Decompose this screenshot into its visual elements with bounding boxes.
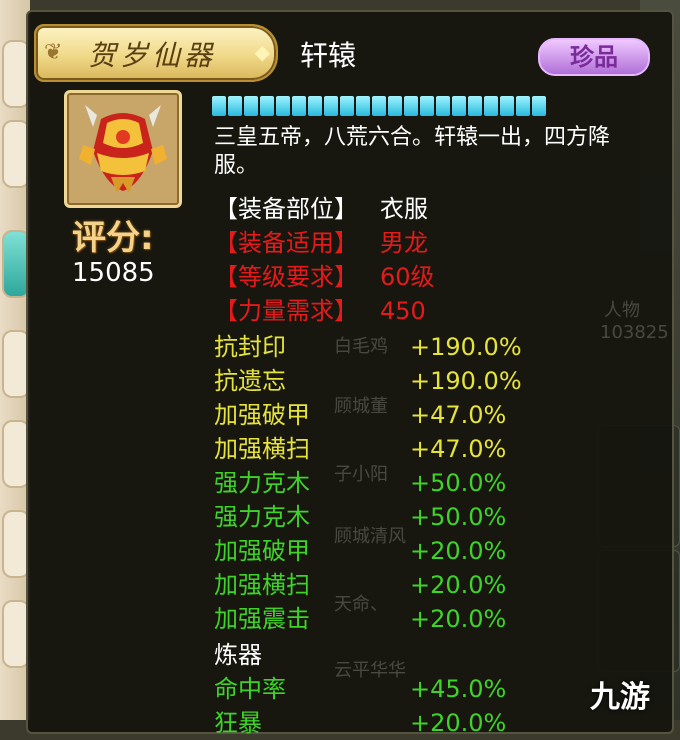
durability-segment xyxy=(484,96,498,116)
stat-row: 加强破甲 +20.0% xyxy=(214,534,506,568)
stat-row: 加强震击 +20.0% xyxy=(214,602,506,636)
stat-label: 抗遗忘 xyxy=(214,367,286,395)
req-value: 60级 xyxy=(380,263,435,291)
req-value: 450 xyxy=(380,297,426,325)
event-banner: ❦ 贺岁仙器 ◆ xyxy=(34,24,278,82)
durability-segment xyxy=(468,96,482,116)
stat-label: 加强破甲 xyxy=(214,537,310,565)
stat-label: 强力克木 xyxy=(214,469,310,497)
req-value: 衣服 xyxy=(380,195,428,223)
req-label: 【装备部位】 xyxy=(214,195,358,223)
durability-segment xyxy=(436,96,450,116)
durability-bar xyxy=(212,96,546,116)
stat-label: 强力克木 xyxy=(214,503,310,531)
rarity-badge: 珍品 xyxy=(538,38,650,76)
durability-segment xyxy=(452,96,466,116)
durability-segment xyxy=(356,96,370,116)
stat-value: +190.0% xyxy=(410,367,522,395)
background-player-name: 顾城董 xyxy=(334,396,388,417)
stat-value: +50.0% xyxy=(410,503,507,531)
stat-value: +47.0% xyxy=(410,401,507,429)
durability-segment xyxy=(420,96,434,116)
stat-value: +190.0% xyxy=(410,333,522,361)
stat-label: 加强横扫 xyxy=(214,435,310,463)
durability-segment xyxy=(340,96,354,116)
score-value: 15085 xyxy=(72,258,155,288)
background-player-name: 白毛鸡 xyxy=(334,336,388,357)
stat-row: 抗遗忘 +190.0% xyxy=(214,364,522,398)
durability-segment xyxy=(292,96,306,116)
stat-value: +50.0% xyxy=(410,469,507,497)
score-label: 评分: xyxy=(72,218,154,258)
req-strength: 【力量需求】 450 xyxy=(214,294,426,328)
req-label: 【力量需求】 xyxy=(214,297,358,325)
stat-row: 强力克木 +50.0% xyxy=(214,466,506,500)
stat-value: +20.0% xyxy=(410,537,507,565)
req-slot: 【装备部位】 衣服 xyxy=(214,192,428,226)
durability-segment xyxy=(404,96,418,116)
durability-segment xyxy=(516,96,530,116)
durability-segment xyxy=(212,96,226,116)
item-name: 轩辕 xyxy=(300,39,357,72)
background-player-label: 人物 xyxy=(604,300,640,321)
diamond-ornament-icon: ◆ xyxy=(254,40,270,64)
stat-label: 狂暴 xyxy=(214,709,262,737)
stat-value: +20.0% xyxy=(410,709,507,737)
stat-label: 加强破甲 xyxy=(214,401,310,429)
refine-stat-row: 狂暴 +20.0% xyxy=(214,706,506,740)
stat-value: +45.0% xyxy=(410,675,507,703)
req-label: 【装备适用】 xyxy=(214,229,358,257)
durability-segment xyxy=(532,96,546,116)
durability-segment xyxy=(308,96,322,116)
stat-value: +20.0% xyxy=(410,571,507,599)
stat-row: 加强横扫 +47.0% xyxy=(214,432,506,466)
durability-segment xyxy=(244,96,258,116)
durability-segment xyxy=(500,96,514,116)
stat-label: 命中率 xyxy=(214,675,286,703)
item-description: 三皇五帝，八荒六合。轩辕一出，四方降服。 xyxy=(214,125,611,178)
durability-segment xyxy=(324,96,338,116)
req-level: 【等级要求】 60级 xyxy=(214,260,435,294)
stat-value: +20.0% xyxy=(410,605,507,633)
durability-segment xyxy=(228,96,242,116)
watermark-logo: 九游 xyxy=(590,680,650,715)
background-player-value: 103825 xyxy=(600,322,669,343)
durability-segment xyxy=(372,96,386,116)
refine-title: 炼器 xyxy=(214,641,262,669)
background-player-name: 顾城清风 xyxy=(334,526,406,547)
stat-row: 加强破甲 +47.0% xyxy=(214,398,506,432)
req-value: 男龙 xyxy=(380,229,428,257)
golden-armor-icon xyxy=(64,90,182,208)
stat-label: 加强横扫 xyxy=(214,571,310,599)
stat-label: 加强震击 xyxy=(214,605,310,633)
stat-row: 抗封印 +190.0% xyxy=(214,330,522,364)
durability-segment xyxy=(276,96,290,116)
durability-segment xyxy=(260,96,274,116)
stat-label: 抗封印 xyxy=(214,333,286,361)
refine-stat-row: 命中率 +45.0% xyxy=(214,672,506,706)
banner-title: 贺岁仙器 xyxy=(88,39,217,72)
background-player-name: 子小阳 xyxy=(334,464,388,485)
req-race: 【装备适用】 男龙 xyxy=(214,226,428,260)
background-player-name: 云平华华 xyxy=(334,660,406,681)
req-label: 【等级要求】 xyxy=(214,263,358,291)
stat-row: 加强横扫 +20.0% xyxy=(214,568,506,602)
cloud-ornament-icon: ❦ xyxy=(44,40,63,65)
stat-value: +47.0% xyxy=(410,435,507,463)
durability-segment xyxy=(388,96,402,116)
stat-row: 强力克木 +50.0% xyxy=(214,500,506,534)
background-player-name: 天命、 xyxy=(334,594,388,615)
